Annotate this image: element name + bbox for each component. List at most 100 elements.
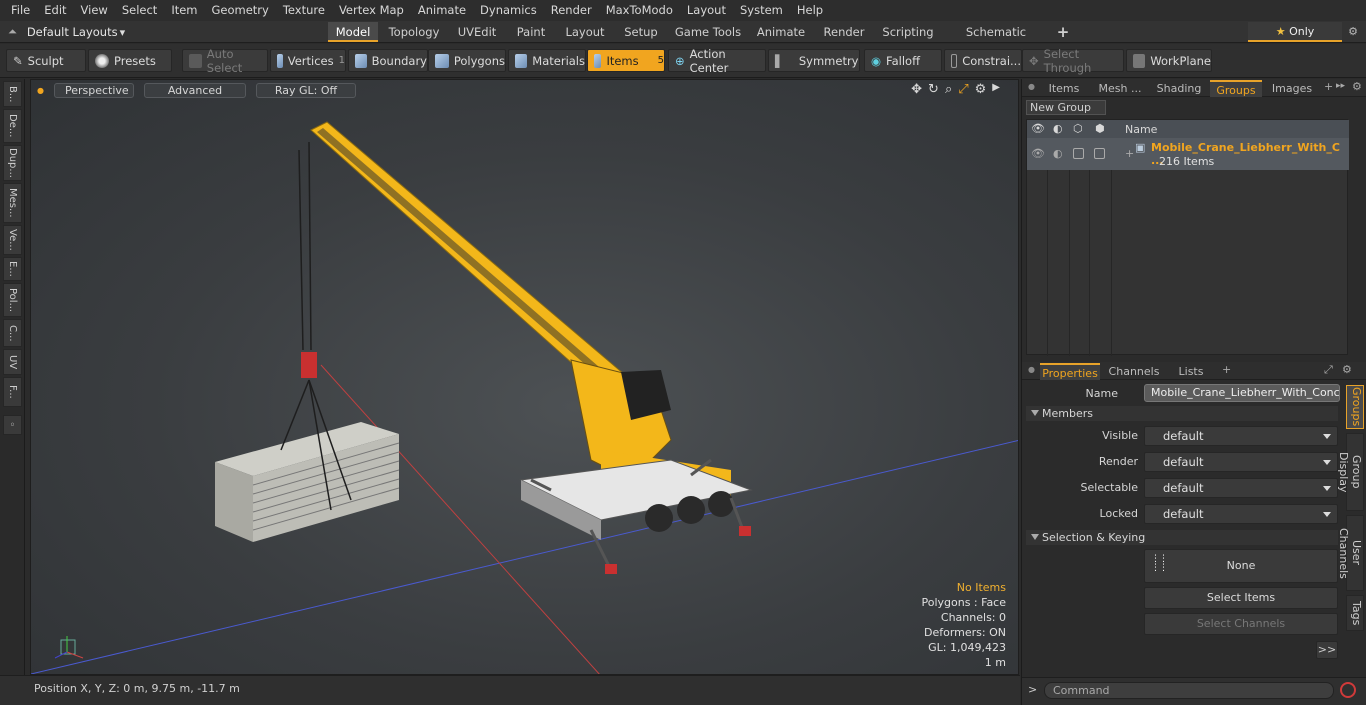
menu-dynamics[interactable]: Dynamics [473,0,544,21]
menu-maxtomodo[interactable]: MaxToModo [599,0,680,21]
selection-keying-section[interactable]: Selection & Keying [1026,530,1338,545]
record-icon[interactable] [1340,682,1356,698]
menu-layout[interactable]: Layout [680,0,733,21]
left-tab-duplicate[interactable]: Dup... [3,145,22,181]
tab-animate[interactable]: Animate [752,22,810,42]
only-button[interactable]: ★ Only [1248,22,1342,42]
action-center-button[interactable]: ⊕ Action Center [668,47,766,75]
select-channels-button[interactable]: Select Channels [1144,613,1338,635]
new-group-button[interactable]: New Group [1026,100,1106,115]
left-tab-polygon[interactable]: Pol... [3,283,22,317]
more-button[interactable]: >> [1316,641,1338,659]
lock-icon[interactable]: ⬡ [1073,122,1083,135]
side-tab-tags[interactable]: Tags [1346,595,1364,631]
vertices-button[interactable]: Vertices 1 [270,49,346,72]
pan-icon[interactable]: ✥ [911,82,922,97]
menu-file[interactable]: File [4,0,37,21]
menu-geometry[interactable]: Geometry [205,0,276,21]
left-tab-edge[interactable]: E... [3,257,22,281]
symmetry-button[interactable]: ▌ Symmetry [768,49,860,72]
polygons-button[interactable]: Polygons [428,49,506,72]
tab-layout[interactable]: Layout [560,22,610,42]
tab-images[interactable]: Images [1266,80,1318,97]
tab-game-tools[interactable]: Game Tools [672,22,744,42]
menu-select[interactable]: Select [115,0,164,21]
tab-setup[interactable]: Setup [618,22,664,42]
tab-properties[interactable]: Properties [1040,363,1100,380]
3d-viewport[interactable]: ● Perspective Advanced Ray GL: Off ✥ ↻ ⌕… [30,79,1019,675]
tab-uvedit[interactable]: UVEdit [452,22,502,42]
group-name-field[interactable]: Mobile_Crane_Liebherr_With_Concret [1144,384,1340,402]
tab-items[interactable]: Items [1040,80,1088,97]
row-eye-icon[interactable]: 👁 [1031,147,1045,160]
advanced-button[interactable]: Advanced [143,82,246,98]
tab-scripting[interactable]: Scripting [878,22,938,42]
render-icon[interactable]: ◐ [1053,122,1063,135]
menu-item[interactable]: Item [164,0,204,21]
group-row[interactable]: 👁 ◐ + ▣ Mobile_Crane_Liebherr_With_C ...… [1027,138,1349,170]
name-column-header[interactable]: Name [1125,123,1157,136]
left-tab-mesh-edit[interactable]: Mes... [3,183,22,223]
visibility-eye-icon[interactable]: 👁 [1031,122,1045,135]
tab-topology[interactable]: Topology [384,22,444,42]
command-input[interactable]: Command [1044,682,1334,699]
side-tab-user-channels[interactable]: User Channels [1337,515,1364,591]
select-through-button[interactable]: ✥ Select Through [1022,47,1124,75]
tab-groups[interactable]: Groups [1210,80,1262,97]
left-tab-vertex[interactable]: Ve... [3,225,22,255]
rotate-icon[interactable]: ↻ [928,82,939,97]
left-tab-fusion[interactable]: F... [3,377,22,407]
render-dropdown[interactable]: default [1144,452,1338,472]
boundary-button[interactable]: Boundary [348,49,428,72]
panel-gear-icon[interactable]: ⚙ [1352,80,1362,93]
presets-button[interactable]: Presets [88,49,172,72]
tab-paint[interactable]: Paint [510,22,552,42]
menu-system[interactable]: System [733,0,790,21]
zoom-icon[interactable]: ⌕ [945,82,952,97]
tab-model[interactable]: Model [328,22,378,42]
tab-mesh[interactable]: Mesh ... [1092,80,1148,97]
panel-menu-dot-icon[interactable]: ● [1028,82,1035,91]
expand-plus-icon[interactable]: + [1125,147,1134,160]
locked-dropdown[interactable]: default [1144,504,1338,524]
props-gear-icon[interactable]: ⚙ [1342,363,1352,376]
select-items-button[interactable]: Select Items [1144,587,1338,609]
none-button[interactable]: ⋮⋮ ⋮⋮ None [1144,549,1338,583]
visible-dropdown[interactable]: default [1144,426,1338,446]
select-icon[interactable]: ⬢ [1095,122,1105,135]
workplane-button[interactable]: WorkPlane [1126,49,1212,72]
tab-schematic-fusion[interactable]: Schematic Fusion [946,22,1046,59]
maximize-icon[interactable]: ⤢ [958,82,968,97]
add-tab-button[interactable]: + [1052,22,1074,42]
menu-vertex-map[interactable]: Vertex Map [332,0,411,21]
side-tab-groups[interactable]: Groups [1346,385,1364,429]
play-icon[interactable]: ▶ [992,82,1000,97]
selectable-dropdown[interactable]: default [1144,478,1338,498]
props-maximize-icon[interactable]: ⤢ [1324,363,1333,377]
left-tab-expand-icon[interactable]: ◦ [3,415,22,435]
members-section[interactable]: Members [1026,406,1338,421]
row-render-icon[interactable]: ◐ [1053,147,1063,160]
menu-view[interactable]: View [74,0,115,21]
menu-texture[interactable]: Texture [276,0,332,21]
panel-more-icon[interactable]: ▸▸ [1336,81,1345,91]
viewport-menu-dot-icon[interactable]: ● [37,86,44,95]
tab-lists[interactable]: Lists [1166,363,1216,380]
menu-help[interactable]: Help [790,0,830,21]
add-props-tab-icon[interactable]: + [1222,363,1231,376]
items-button[interactable]: Items 5 [587,49,665,72]
side-tab-group-display[interactable]: Group Display [1337,433,1364,511]
tab-render[interactable]: Render [818,22,870,42]
materials-button[interactable]: Materials [508,49,586,72]
add-panel-tab-icon[interactable]: + [1324,80,1333,93]
left-tab-basic[interactable]: B... [3,81,22,107]
falloff-button[interactable]: ◉ Falloff [864,49,942,72]
props-menu-dot-icon[interactable]: ● [1028,365,1035,374]
tab-shading[interactable]: Shading [1152,80,1206,97]
default-layouts-dropdown[interactable]: ⏶ Default Layouts ▾ [0,21,125,43]
settings-gear-icon[interactable]: ⚙ [1348,25,1358,38]
raygl-button[interactable]: Ray GL: Off [255,82,356,98]
menu-render[interactable]: Render [544,0,599,21]
left-tab-curve[interactable]: C... [3,319,22,347]
menu-edit[interactable]: Edit [37,0,73,21]
